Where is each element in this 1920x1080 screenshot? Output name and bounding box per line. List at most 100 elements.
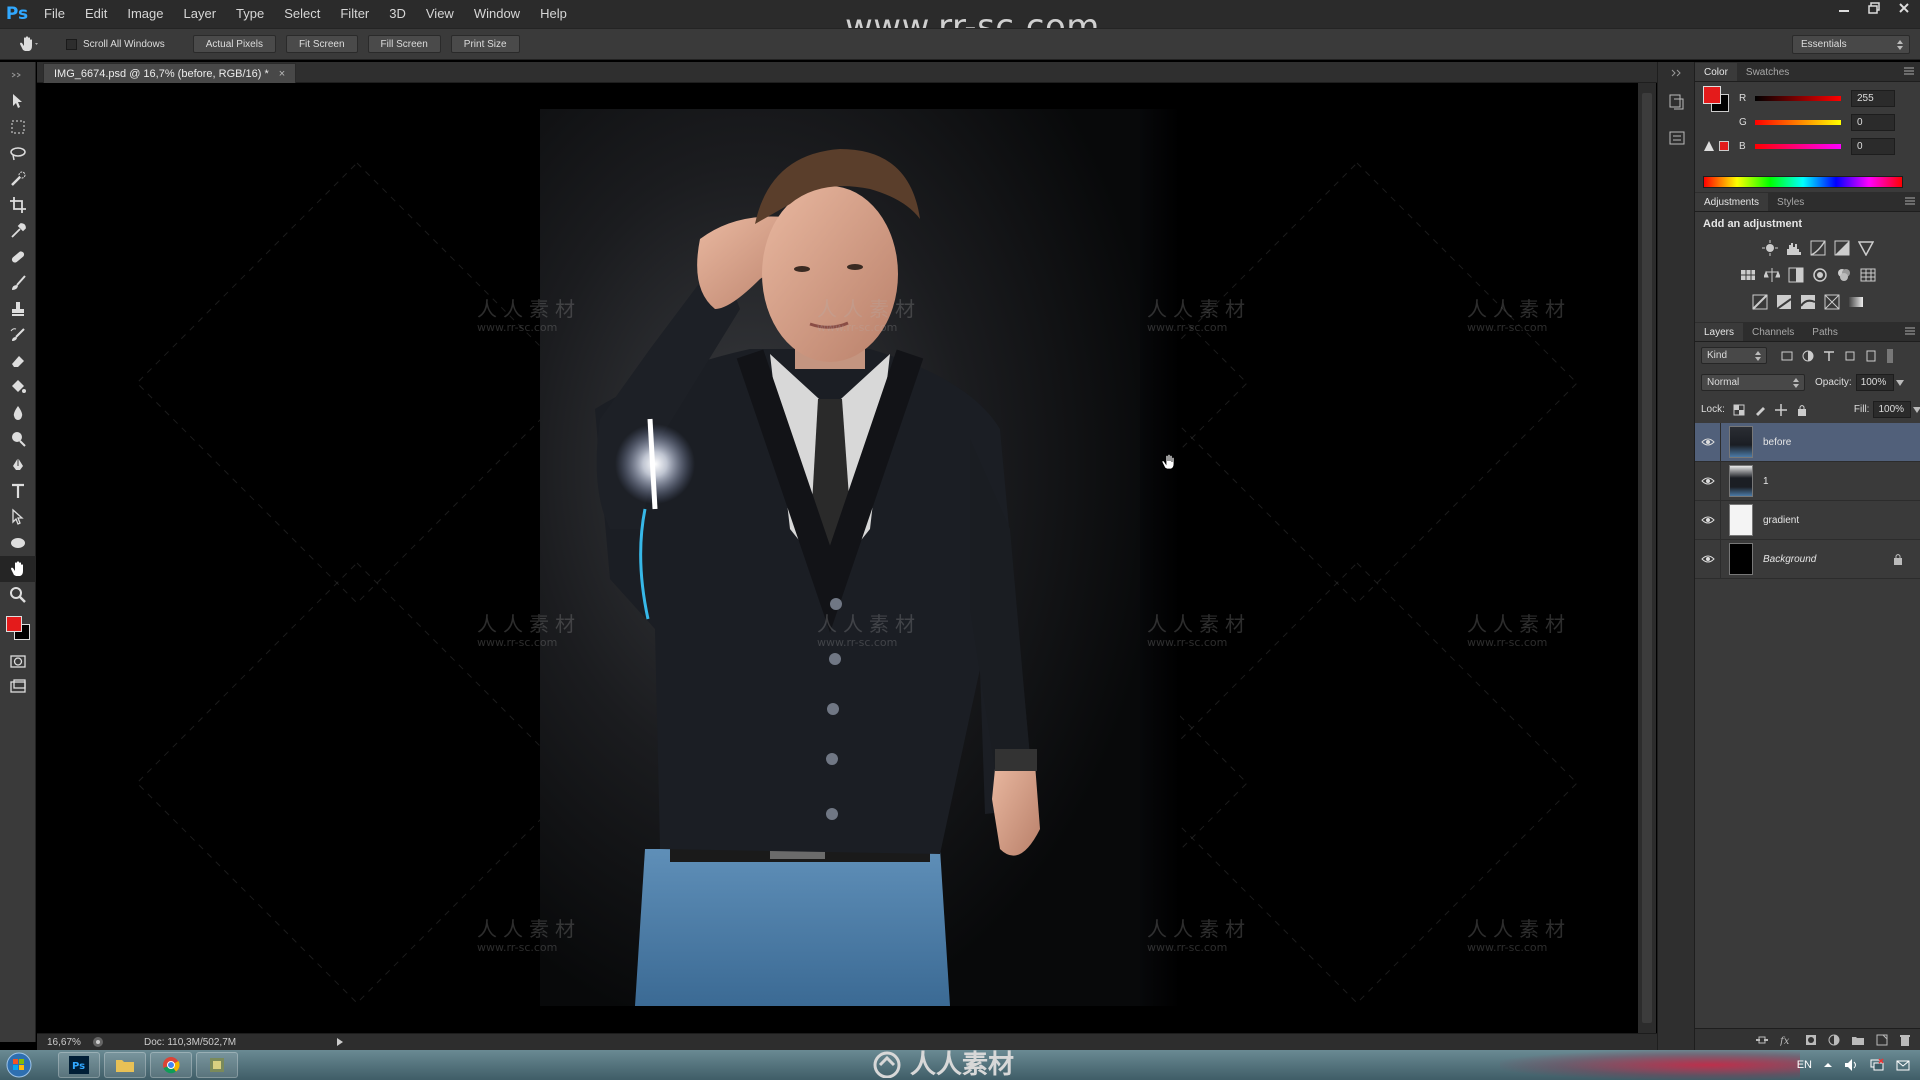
levels-button[interactable] xyxy=(1786,240,1802,256)
chevron-down-icon[interactable] xyxy=(1895,379,1904,386)
red-slider-track[interactable] xyxy=(1755,95,1841,101)
layer-name[interactable]: Background xyxy=(1763,554,1816,565)
menu-layer[interactable]: Layer xyxy=(174,0,227,28)
slider-red[interactable]: R 255 xyxy=(1695,86,1920,110)
dodge-tool[interactable] xyxy=(0,426,36,452)
eyedropper-tool[interactable] xyxy=(0,218,36,244)
blue-slider-track[interactable] xyxy=(1755,143,1841,149)
quick-mask-button[interactable] xyxy=(0,648,36,674)
smart-object-filter-icon[interactable] xyxy=(1865,350,1877,362)
exposure-button[interactable] xyxy=(1834,240,1850,256)
color-spectrum-ramp[interactable] xyxy=(1703,176,1903,188)
selective-color-button[interactable] xyxy=(1824,294,1840,310)
history-brush-tool[interactable] xyxy=(0,322,36,348)
taskbar-app[interactable] xyxy=(196,1052,238,1078)
toolbox-collapse[interactable] xyxy=(0,62,35,88)
web-safe-color-swatch[interactable] xyxy=(1719,141,1729,151)
visibility-toggle[interactable] xyxy=(1695,461,1721,501)
green-slider-track[interactable] xyxy=(1755,119,1841,125)
show-hidden-icons-icon[interactable] xyxy=(1824,1061,1832,1069)
posterize-button[interactable] xyxy=(1776,294,1792,310)
blur-tool[interactable] xyxy=(0,400,36,426)
close-button[interactable] xyxy=(1896,0,1912,16)
visibility-toggle[interactable] xyxy=(1695,422,1721,462)
document-tab[interactable]: IMG_6674.psd @ 16,7% (before, RGB/16) * … xyxy=(43,63,297,83)
slider-green[interactable]: G 0 xyxy=(1695,110,1920,134)
opacity-input[interactable]: 100% xyxy=(1855,374,1894,391)
menu-select[interactable]: Select xyxy=(274,0,330,28)
path-selection-tool[interactable] xyxy=(0,504,36,530)
lock-image-pixels-icon[interactable] xyxy=(1754,404,1766,416)
fit-screen-button[interactable]: Fit Screen xyxy=(285,35,358,53)
tool-preset-picker[interactable] xyxy=(8,29,48,59)
visibility-toggle[interactable] xyxy=(1695,500,1721,540)
pen-tool[interactable] xyxy=(0,452,36,478)
history-panel-button[interactable] xyxy=(1658,84,1695,120)
layer-row-before[interactable]: before xyxy=(1695,422,1920,462)
layer-name[interactable]: gradient xyxy=(1763,515,1799,526)
move-tool[interactable] xyxy=(0,88,36,114)
fx-icon[interactable]: fx xyxy=(1780,1034,1794,1046)
close-tab-button[interactable]: × xyxy=(279,68,285,80)
layer-name[interactable]: before xyxy=(1763,437,1791,448)
adjustment-layer-filter-icon[interactable] xyxy=(1802,350,1814,362)
lasso-tool[interactable] xyxy=(0,140,36,166)
new-layer-icon[interactable] xyxy=(1876,1034,1888,1046)
add-mask-icon[interactable] xyxy=(1805,1034,1817,1046)
lock-transparent-pixels-icon[interactable] xyxy=(1733,404,1745,416)
action-center-icon[interactable] xyxy=(1896,1058,1910,1072)
hue-saturation-button[interactable] xyxy=(1740,267,1756,283)
trash-icon[interactable] xyxy=(1899,1034,1911,1046)
minimize-button[interactable] xyxy=(1836,0,1852,16)
new-adjustment-layer-icon[interactable] xyxy=(1828,1034,1840,1046)
menu-help[interactable]: Help xyxy=(530,0,577,28)
slider-blue[interactable]: B 0 xyxy=(1695,134,1920,158)
workspace-select[interactable]: Essentials xyxy=(1792,35,1910,54)
type-layer-filter-icon[interactable] xyxy=(1823,350,1835,362)
panel-menu-icon[interactable] xyxy=(1905,327,1915,335)
color-swatches[interactable] xyxy=(0,608,36,648)
threshold-button[interactable] xyxy=(1800,294,1816,310)
lock-all-icon[interactable] xyxy=(1796,404,1808,416)
color-balance-button[interactable] xyxy=(1764,267,1780,283)
curves-button[interactable] xyxy=(1810,240,1826,256)
ellipse-tool[interactable] xyxy=(0,530,36,556)
new-group-icon[interactable] xyxy=(1851,1034,1865,1046)
red-value-input[interactable]: 255 xyxy=(1851,89,1895,107)
menu-type[interactable]: Type xyxy=(226,0,274,28)
black-white-button[interactable] xyxy=(1788,267,1804,283)
quick-selection-tool[interactable] xyxy=(0,166,36,192)
hand-tool[interactable] xyxy=(0,556,36,582)
taskbar-explorer[interactable] xyxy=(104,1052,146,1078)
layer-name[interactable]: 1 xyxy=(1763,476,1769,487)
layer-filter-kind-select[interactable]: Kind xyxy=(1701,347,1767,364)
status-info-icon[interactable] xyxy=(92,1036,104,1048)
layer-row-gradient[interactable]: gradient xyxy=(1695,500,1920,540)
status-menu-arrow-icon[interactable] xyxy=(336,1037,344,1047)
type-tool[interactable] xyxy=(0,478,36,504)
menu-edit[interactable]: Edit xyxy=(75,0,117,28)
tab-paths[interactable]: Paths xyxy=(1803,323,1847,341)
scroll-all-windows-option[interactable]: Scroll All Windows xyxy=(66,38,165,50)
actual-pixels-button[interactable]: Actual Pixels xyxy=(192,35,276,53)
menu-file[interactable]: File xyxy=(34,0,75,28)
fill-input[interactable]: 100% xyxy=(1873,401,1912,418)
panel-menu-icon[interactable] xyxy=(1904,67,1914,75)
vertical-scrollbar[interactable] xyxy=(1638,83,1656,1033)
dock-collapse[interactable] xyxy=(1658,62,1694,84)
crop-tool[interactable] xyxy=(0,192,36,218)
foreground-color[interactable] xyxy=(6,616,22,632)
vibrance-button[interactable] xyxy=(1858,240,1874,256)
zoom-level-field[interactable]: 16,67% xyxy=(47,1037,92,1048)
properties-panel-button[interactable] xyxy=(1658,120,1695,156)
tab-channels[interactable]: Channels xyxy=(1743,323,1803,341)
scrollbar-thumb[interactable] xyxy=(1642,93,1652,1023)
filter-toggle-switch[interactable] xyxy=(1887,348,1893,363)
invert-button[interactable] xyxy=(1752,293,1768,310)
photo-filter-button[interactable] xyxy=(1812,267,1828,283)
menu-image[interactable]: Image xyxy=(117,0,173,28)
healing-brush-tool[interactable] xyxy=(0,244,36,270)
menu-3d[interactable]: 3D xyxy=(379,0,416,28)
lock-position-icon[interactable] xyxy=(1774,403,1787,416)
clone-stamp-tool[interactable] xyxy=(0,296,36,322)
